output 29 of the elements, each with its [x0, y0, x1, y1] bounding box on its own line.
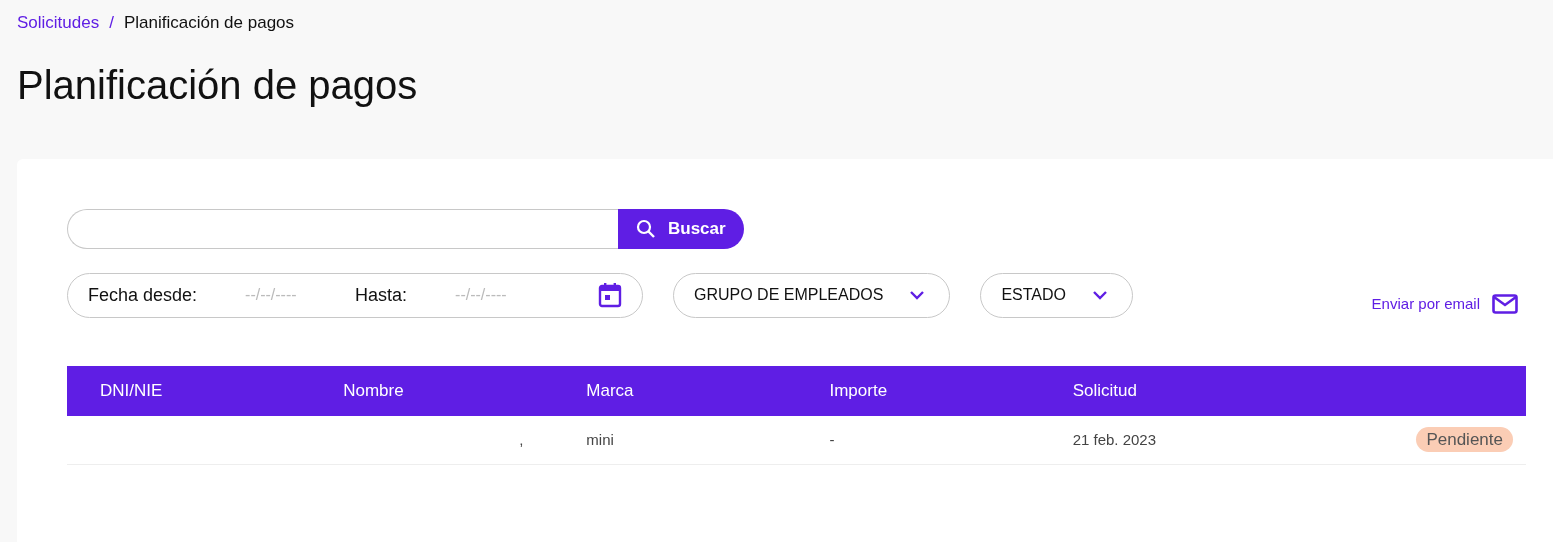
table-cell: 21 feb. 2023: [1039, 415, 1283, 465]
chevron-down-icon: [909, 290, 926, 300]
page-title: Planificación de pagos: [17, 61, 419, 109]
date-label: Fecha desde:: [88, 283, 198, 307]
column-header: Importe: [796, 365, 1040, 416]
date-input[interactable]: --/--/----: [407, 283, 518, 307]
search-button[interactable]: Buscar: [618, 208, 744, 249]
status-label: Pendiente: [1416, 427, 1513, 452]
date-label: Hasta:: [355, 283, 408, 307]
email-link[interactable]: Enviar por email: [1371, 293, 1518, 316]
envelope-icon: [1492, 294, 1518, 315]
breadcrumb-current: Planificación de pagos: [123, 12, 295, 34]
column-header: Nombre: [310, 365, 554, 416]
column-header: Solicitud: [1039, 365, 1283, 416]
chevron-down-icon: [1092, 290, 1108, 300]
search-field[interactable]: [67, 208, 618, 249]
column-header: Marca: [553, 365, 797, 416]
breadcrumb-link[interactable]: Solicitudes: [17, 10, 100, 36]
date-range-field[interactable]: Fecha desde: --/--/---- Hasta: --/--/----: [67, 272, 643, 318]
table-cell: -: [796, 415, 1040, 465]
table-cell: ,: [310, 415, 554, 465]
calendar-icon[interactable]: [598, 282, 622, 308]
column-header: DNI/NIE: [67, 365, 311, 416]
dropdown-button[interactable]: ESTADO: [980, 272, 1133, 318]
dropdown-button[interactable]: GRUPO DE EMPLEADOS: [673, 272, 951, 318]
table-cell: mini: [553, 415, 797, 465]
date-input[interactable]: --/--/----: [197, 283, 308, 307]
breadcrumb-separator: /: [109, 12, 114, 34]
search-icon: [636, 218, 656, 239]
